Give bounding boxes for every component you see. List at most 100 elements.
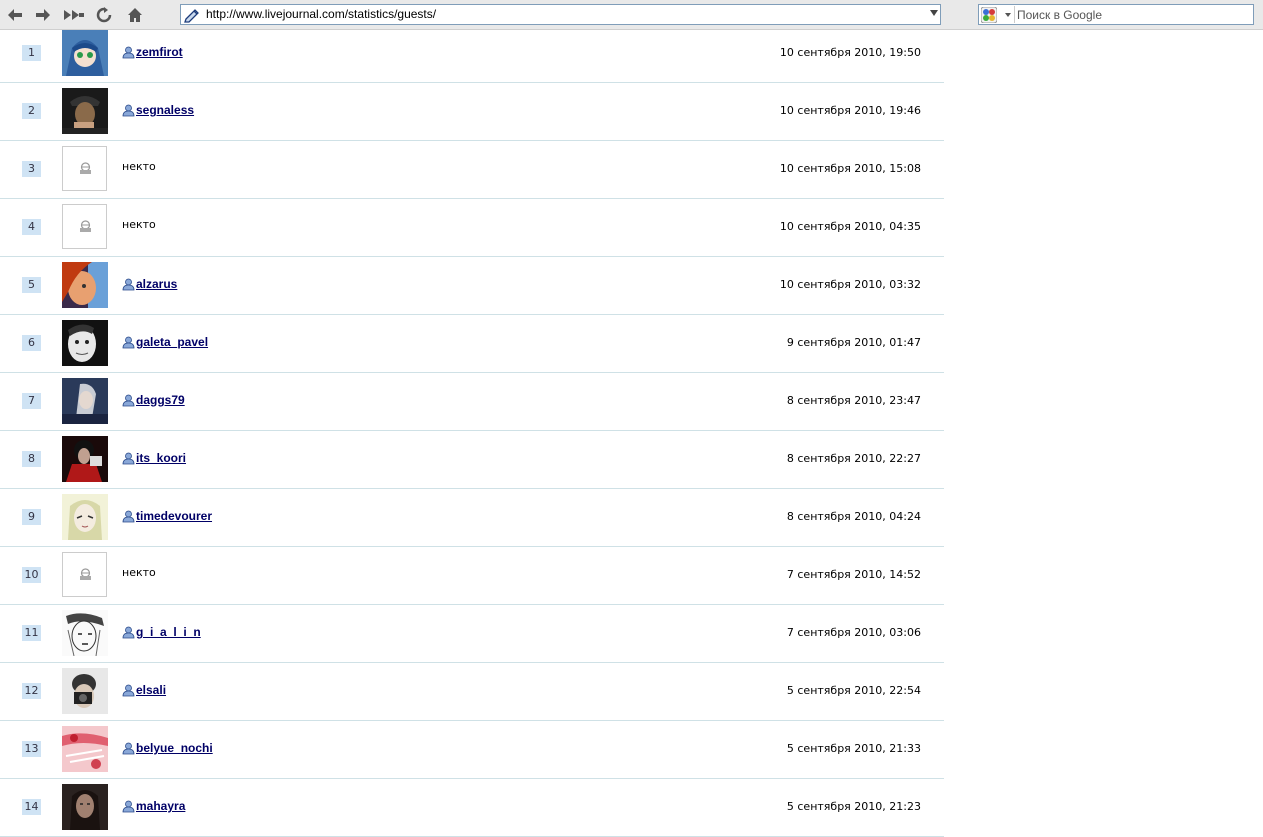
username: galeta_pavel xyxy=(122,335,208,349)
guest-row: 13 belyue_nochi 5 сентября 2010, 21:33 xyxy=(0,721,944,779)
visit-date: 10 сентября 2010, 03:32 xyxy=(779,278,921,291)
user-profile-icon[interactable] xyxy=(122,684,136,697)
userpic[interactable] xyxy=(62,436,108,482)
username: elsali xyxy=(122,683,166,697)
guest-row: 6 galeta_pavel 9 сентября 2010, 01:47 xyxy=(0,315,944,373)
row-number: 11 xyxy=(22,625,41,641)
username: zemfirot xyxy=(122,45,183,59)
user-profile-icon[interactable] xyxy=(122,800,136,813)
visit-date: 10 сентября 2010, 19:46 xyxy=(779,104,921,117)
guest-row: 9 timedevourer 8 сентября 2010, 04:24 xyxy=(0,489,944,547)
user-profile-icon[interactable] xyxy=(122,742,136,755)
guest-row: 1 zemfirot 10 сентября 2010, 19:50 xyxy=(0,25,944,83)
row-number: 6 xyxy=(22,335,41,351)
userpic[interactable] xyxy=(62,610,108,656)
google-icon[interactable] xyxy=(981,7,997,23)
guest-row: 11 g_i_a_l_i_n 7 сентября 2010, 03:06 xyxy=(0,605,944,663)
username-link[interactable]: galeta_pavel xyxy=(136,335,208,349)
home-icon[interactable] xyxy=(125,5,145,25)
anonymous-label: некто xyxy=(122,218,156,231)
visit-date: 5 сентября 2010, 21:33 xyxy=(786,742,921,755)
anonymous-userpic-icon xyxy=(62,552,107,597)
guest-row: 10 некто 7 сентября 2010, 14:52 xyxy=(0,547,944,605)
visit-date: 9 сентября 2010, 01:47 xyxy=(786,336,921,349)
anonymous-label: некто xyxy=(122,160,156,173)
username-link[interactable]: belyue_nochi xyxy=(136,741,213,755)
row-number: 12 xyxy=(22,683,41,699)
guest-row: 12 elsali 5 сентября 2010, 22:54 xyxy=(0,663,944,721)
visit-date: 8 сентября 2010, 22:27 xyxy=(786,452,921,465)
address-dropdown-icon[interactable] xyxy=(930,10,938,16)
reload-icon[interactable] xyxy=(94,5,114,25)
visit-date: 8 сентября 2010, 04:24 xyxy=(786,510,921,523)
visit-date: 5 сентября 2010, 21:23 xyxy=(786,800,921,813)
guest-row: 5 alzarus 10 сентября 2010, 03:32 xyxy=(0,257,944,315)
userpic[interactable] xyxy=(62,30,108,76)
visit-date: 7 сентября 2010, 14:52 xyxy=(786,568,921,581)
user-profile-icon[interactable] xyxy=(122,104,136,117)
user-profile-icon[interactable] xyxy=(122,278,136,291)
row-number: 13 xyxy=(22,741,41,757)
row-number: 10 xyxy=(22,567,41,583)
guest-row: 14 mahayra 5 сентября 2010, 21:23 xyxy=(0,779,944,837)
user-profile-icon[interactable] xyxy=(122,46,136,59)
anonymous-userpic-icon xyxy=(62,146,107,191)
row-number: 1 xyxy=(22,45,41,61)
visit-date: 10 сентября 2010, 04:35 xyxy=(779,220,921,233)
fast-forward-icon[interactable] xyxy=(62,5,86,25)
guest-row: 4 некто 10 сентября 2010, 04:35 xyxy=(0,199,944,257)
username-link[interactable]: elsali xyxy=(136,683,166,697)
userpic[interactable] xyxy=(62,726,108,772)
username-link[interactable]: alzarus xyxy=(136,277,177,291)
search-divider xyxy=(1014,6,1015,23)
visit-date: 5 сентября 2010, 22:54 xyxy=(786,684,921,697)
google-search-box[interactable] xyxy=(978,4,1254,25)
userpic[interactable] xyxy=(62,88,108,134)
row-number: 2 xyxy=(22,103,41,119)
username: segnaless xyxy=(122,103,194,117)
row-number: 5 xyxy=(22,277,41,293)
back-icon[interactable] xyxy=(5,5,25,25)
username: its_koori xyxy=(122,451,186,465)
username: timedevourer xyxy=(122,509,212,523)
guest-list: 1 zemfirot 10 сентября 2010, 19:50 2 segnale… xyxy=(0,25,944,837)
userpic[interactable] xyxy=(62,668,108,714)
guest-row: 8 its_koori 8 сентября 2010, 22:27 xyxy=(0,431,944,489)
address-text[interactable]: http://www.livejournal.com/statistics/gu… xyxy=(206,7,436,21)
username-link[interactable]: segnaless xyxy=(136,103,194,117)
forward-icon[interactable] xyxy=(33,5,53,25)
username: belyue_nochi xyxy=(122,741,213,755)
userpic[interactable] xyxy=(62,320,108,366)
user-profile-icon[interactable] xyxy=(122,394,136,407)
username-link[interactable]: zemfirot xyxy=(136,45,183,59)
row-number: 9 xyxy=(22,509,41,525)
user-profile-icon[interactable] xyxy=(122,336,136,349)
username-link[interactable]: its_koori xyxy=(136,451,186,465)
username-link[interactable]: daggs79 xyxy=(136,393,185,407)
username-link[interactable]: timedevourer xyxy=(136,509,212,523)
user-profile-icon[interactable] xyxy=(122,510,136,523)
username-link[interactable]: mahayra xyxy=(136,799,185,813)
username-link[interactable]: g_i_a_l_i_n xyxy=(136,625,201,639)
username: g_i_a_l_i_n xyxy=(122,625,201,639)
userpic[interactable] xyxy=(62,262,108,308)
row-number: 7 xyxy=(22,393,41,409)
username: daggs79 xyxy=(122,393,185,407)
userpic[interactable] xyxy=(62,494,108,540)
anonymous-userpic-icon xyxy=(62,204,107,249)
row-number: 4 xyxy=(22,219,41,235)
username: mahayra xyxy=(122,799,185,813)
visit-date: 10 сентября 2010, 15:08 xyxy=(779,162,921,175)
visit-date: 8 сентября 2010, 23:47 xyxy=(786,394,921,407)
user-profile-icon[interactable] xyxy=(122,626,136,639)
address-bar[interactable]: http://www.livejournal.com/statistics/gu… xyxy=(180,4,941,25)
search-engine-dropdown-icon[interactable] xyxy=(1005,13,1011,17)
visit-date: 10 сентября 2010, 19:50 xyxy=(779,46,921,59)
userpic[interactable] xyxy=(62,378,108,424)
search-input[interactable] xyxy=(1017,5,1251,24)
row-number: 14 xyxy=(22,799,41,815)
userpic[interactable] xyxy=(62,784,108,830)
user-profile-icon[interactable] xyxy=(122,452,136,465)
guest-row: 3 некто 10 сентября 2010, 15:08 xyxy=(0,141,944,199)
row-number: 8 xyxy=(22,451,41,467)
